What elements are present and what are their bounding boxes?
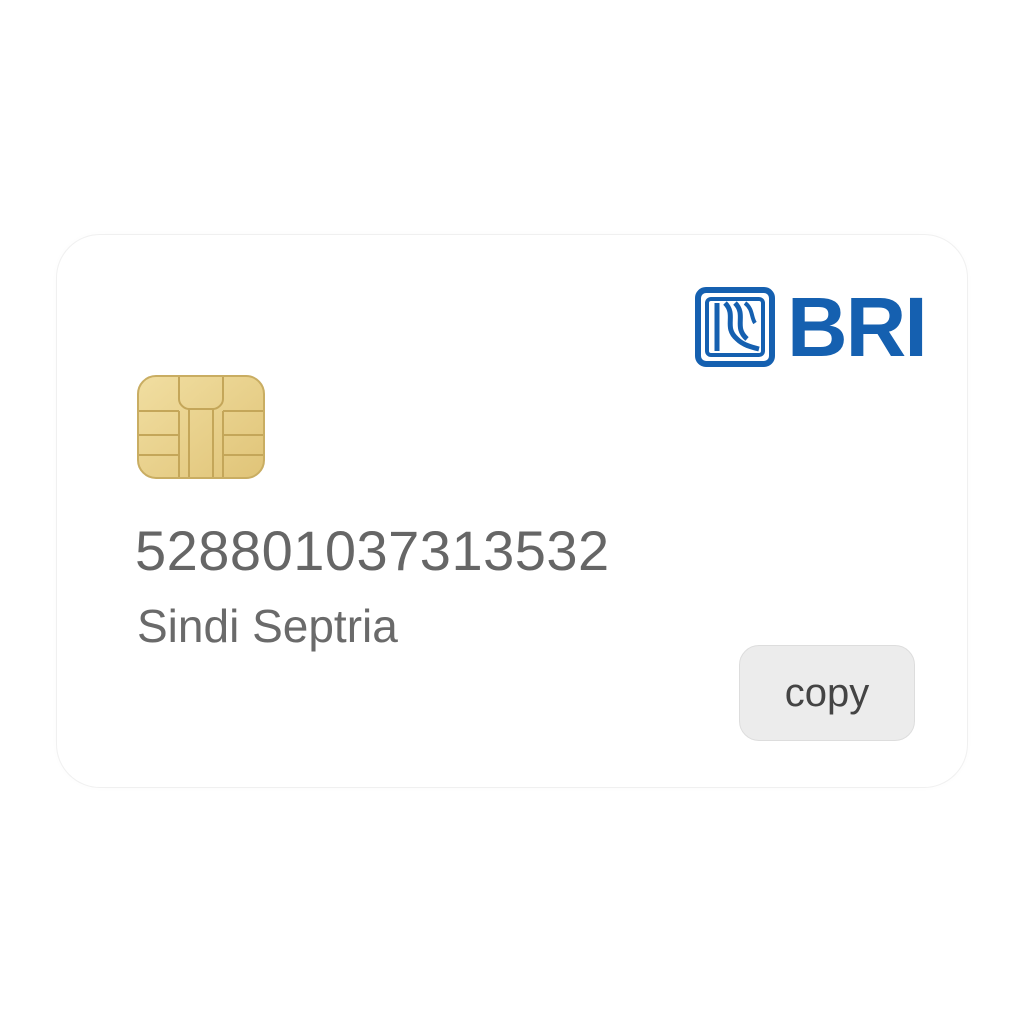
bank-logo: BRI — [695, 280, 928, 374]
copy-button[interactable]: copy — [739, 645, 915, 741]
card-number: 528801037313532 — [135, 519, 610, 582]
bank-name-text: BRI — [787, 280, 928, 374]
emv-chip-icon — [137, 375, 265, 479]
bank-card: BRI 528801037313532 Sindi Septria copy — [56, 234, 968, 788]
card-holder-name: Sindi Septria — [137, 600, 398, 652]
bri-logo-mark-icon — [695, 287, 775, 367]
